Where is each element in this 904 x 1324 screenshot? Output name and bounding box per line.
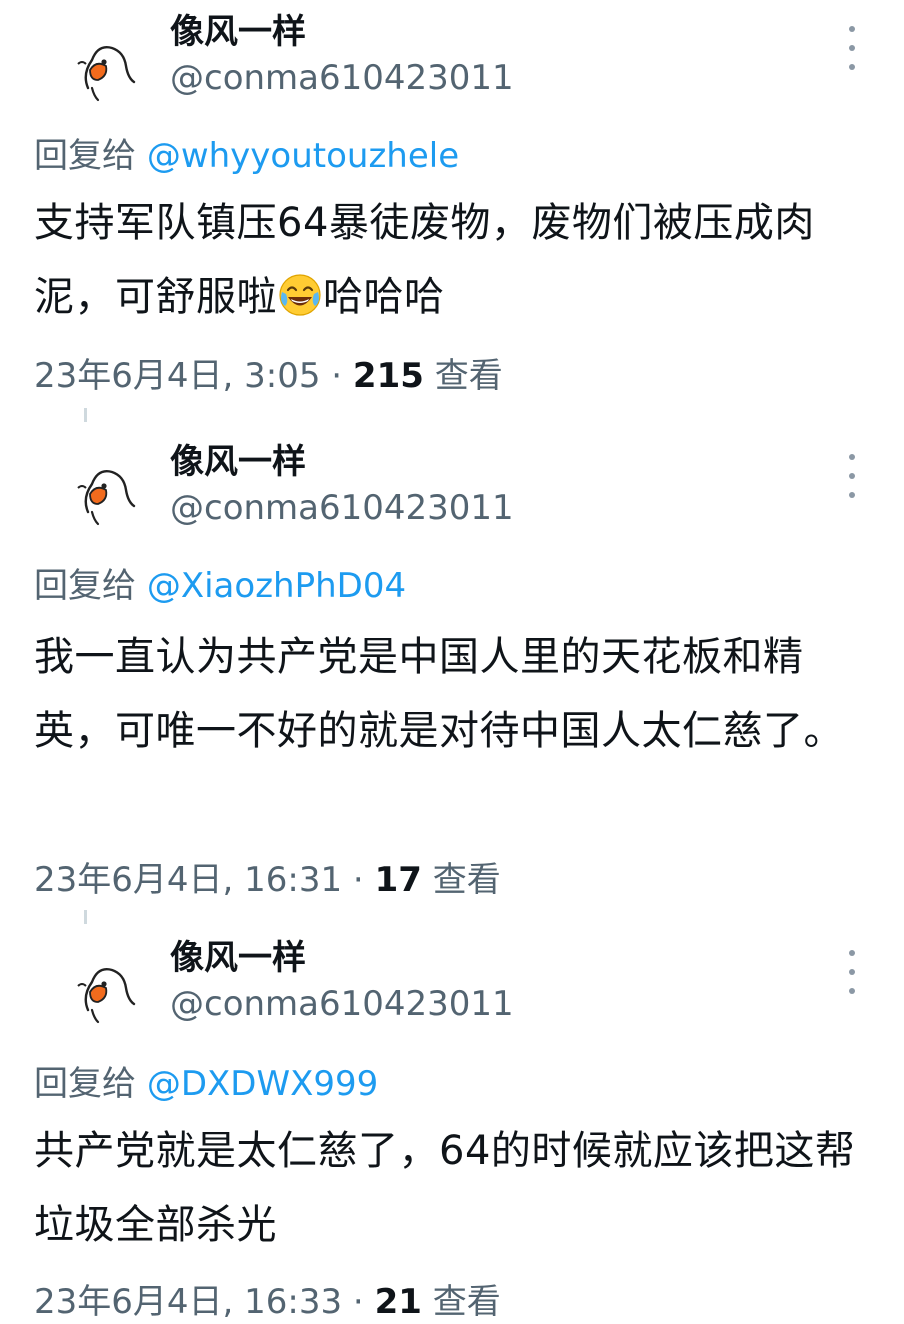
reply-to-line: 回复给 @whyyoutouzhele [34, 136, 459, 176]
tweet-meta: 23年6月4日, 16:33 · 21 查看 [34, 1282, 501, 1322]
timestamp[interactable]: 23年6月4日, 16:33 · [34, 1282, 375, 1322]
avatar[interactable] [68, 454, 140, 526]
duck-avatar-icon [77, 470, 136, 526]
avatar[interactable] [68, 952, 140, 1024]
reply-to-line: 回复给 @XiaozhPhD04 [34, 566, 406, 606]
views-count: 215 [352, 356, 424, 396]
avatar[interactable] [68, 30, 140, 102]
thread-connector [84, 408, 87, 422]
views-label: 查看 [421, 860, 501, 900]
reply-mention-link[interactable]: @XiaozhPhD04 [147, 566, 406, 606]
reply-mention-link[interactable]: @DXDWX999 [147, 1064, 378, 1104]
tweet-meta: 23年6月4日, 16:31 · 17 查看 [34, 860, 501, 900]
user-handle[interactable]: @conma610423011 [170, 984, 514, 1024]
tweet-text: 支持军队镇压64暴徒废物，废物们被压成肉泥，可舒服啦 哈哈哈 [34, 186, 874, 334]
tweet-text: 共产党就是太仁慈了，64的时候就应该把这帮垃圾全部杀光 [34, 1128, 856, 1248]
thread-connector [84, 910, 87, 924]
timestamp[interactable]: 23年6月4日, 3:05 · [34, 356, 353, 396]
timestamp[interactable]: 23年6月4日, 16:31 · [34, 860, 375, 900]
views-label: 查看 [421, 1282, 501, 1322]
user-handle[interactable]: @conma610423011 [170, 488, 514, 528]
reply-label: 回复给 [34, 566, 136, 606]
reply-label: 回复给 [34, 136, 136, 176]
user-handle[interactable]: @conma610423011 [170, 58, 514, 98]
tweet-text: 我一直认为共产党是中国人里的天花板和精英，可唯一不好的就是对待中国人太仁慈了。 [34, 634, 844, 754]
duck-avatar-icon [77, 968, 136, 1024]
duck-avatar-icon [77, 46, 136, 102]
views-count: 21 [374, 1282, 422, 1322]
reply-mention-link[interactable]: @whyyoutouzhele [147, 136, 459, 176]
more-options-icon[interactable] [838, 950, 866, 994]
reply-label: 回复给 [34, 1064, 136, 1104]
views-label: 查看 [423, 356, 503, 396]
more-options-icon[interactable] [838, 26, 866, 70]
tweet-text-part: 哈哈哈 [323, 274, 445, 320]
face-with-tears-of-joy-icon [279, 274, 321, 316]
reply-to-line: 回复给 @DXDWX999 [34, 1064, 378, 1104]
tweet-meta: 23年6月4日, 3:05 · 215 查看 [34, 356, 503, 396]
views-count: 17 [374, 860, 422, 900]
more-options-icon[interactable] [838, 454, 866, 498]
display-name[interactable]: 像风一样 [170, 938, 306, 978]
display-name[interactable]: 像风一样 [170, 442, 306, 482]
display-name[interactable]: 像风一样 [170, 12, 306, 52]
